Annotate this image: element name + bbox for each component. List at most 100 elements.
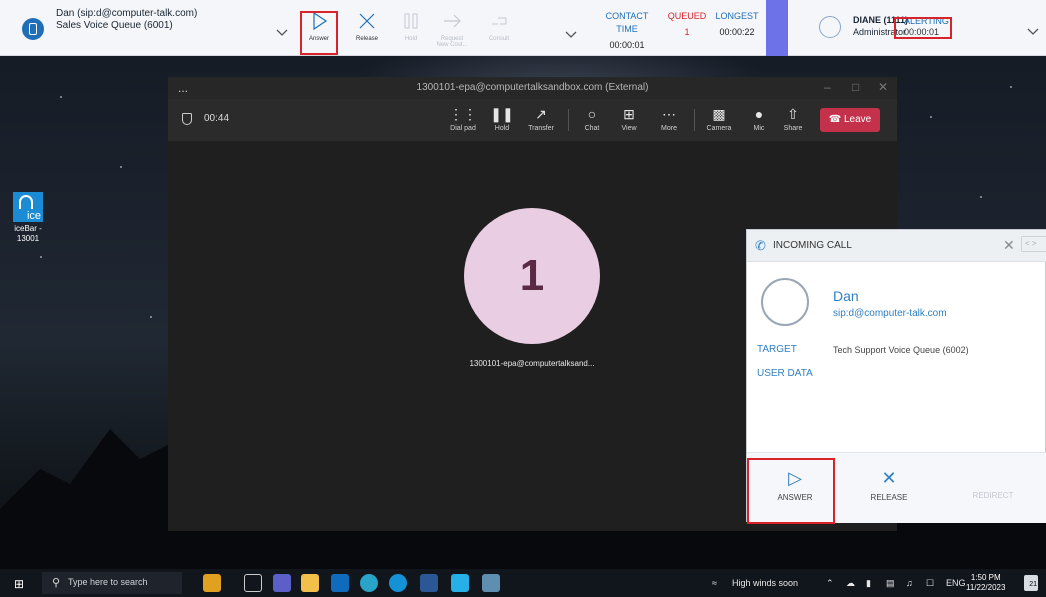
cloud-icon: ☁ — [846, 578, 855, 588]
transfer-button[interactable]: ↗ Transfer — [521, 105, 561, 132]
popup-nav-arrows[interactable]: < > — [1021, 236, 1046, 252]
phone-icon — [22, 18, 44, 40]
search-icon: ⚲ — [52, 577, 61, 589]
hold-call-label: Hold — [494, 125, 510, 132]
dial-pad-button[interactable]: ⋮⋮ Dial pad — [443, 105, 483, 132]
call-timer: 00:44 — [204, 113, 230, 124]
teams-title-bar: ... 1300101-epa@computertalksandbox.com … — [168, 77, 897, 99]
request-new-cost-button[interactable]: Request New Cost... — [434, 10, 470, 50]
close-icon[interactable]: ✕ — [878, 80, 888, 94]
close-icon — [359, 13, 375, 29]
participant-name: 1300101-epa@computertalksand... — [469, 359, 595, 368]
close-icon: ✕ — [881, 468, 897, 488]
phone-hangup-icon: ☎ — [828, 114, 842, 125]
longest-value: 00:00:22 — [719, 27, 755, 37]
pause-icon: ❚❚ — [490, 106, 514, 122]
chrome-icon[interactable] — [360, 574, 378, 592]
chat-label: Chat — [584, 125, 600, 132]
chevron-down-icon[interactable] — [1027, 28, 1039, 36]
icebar-toolbar: Dan (sip:d@computer-talk.com) Sales Voic… — [0, 0, 1046, 56]
desktop-icon-icebar[interactable]: ice iceBar - 13001 — [8, 192, 48, 244]
user-avatar-icon[interactable] — [819, 16, 841, 38]
chat-button[interactable]: ○ Chat — [572, 105, 612, 132]
outlook-icon[interactable] — [331, 574, 349, 592]
desktop-icon-label-line2: 13001 — [16, 234, 40, 243]
caller-name: Dan (sip:d@computer-talk.com) — [56, 8, 198, 19]
consult-icon — [492, 17, 507, 25]
separator — [694, 109, 695, 131]
request-label-line2: New Cost... — [436, 42, 468, 48]
close-icon[interactable]: ✕ — [1003, 237, 1015, 254]
leave-label: Leave — [844, 114, 872, 125]
popup-redirect-button[interactable]: REDIRECT — [953, 491, 1033, 500]
release-button[interactable]: Release — [349, 10, 385, 50]
clock-date: 11/22/2023 — [966, 583, 1006, 592]
share-label: Share — [783, 125, 803, 132]
minimize-icon[interactable]: – — [824, 80, 831, 94]
edge-icon[interactable] — [389, 574, 407, 592]
chevron-up-icon[interactable]: ⌃ — [826, 578, 834, 589]
more-label: More — [661, 125, 677, 132]
icebar-app-icon: ice — [13, 192, 43, 222]
call-controls-bar: 00:44 ⋮⋮ Dial pad ❚❚ Hold ↗ Transfer ○ Chat … — [168, 99, 897, 141]
contact-time-stat: CONTACT TIME 00:00:01 — [596, 10, 658, 52]
popup-redirect-label: REDIRECT — [972, 491, 1014, 500]
participant-avatar: 1 — [464, 208, 600, 344]
system-clock[interactable]: 1:50 PM 11/22/2023 — [966, 573, 1005, 593]
search-placeholder: Type here to search — [68, 577, 148, 587]
chevron-down-icon[interactable] — [276, 29, 288, 37]
camera-button[interactable]: ▩ Camera — [699, 105, 739, 132]
window-title: 1300101-epa@computertalksandbox.com (Ext… — [416, 82, 649, 93]
ime-icon: ☐ — [926, 578, 935, 588]
separator — [568, 109, 569, 131]
app-icon[interactable] — [482, 574, 500, 592]
file-explorer-icon[interactable] — [301, 574, 319, 592]
view-button[interactable]: ⊞ View — [609, 105, 649, 132]
caller-queue: Sales Voice Queue (6001) — [56, 20, 173, 31]
hold-button[interactable]: Hold — [393, 10, 429, 50]
pause-icon — [404, 13, 418, 29]
hold-call-button[interactable]: ❚❚ Hold — [482, 105, 522, 132]
caller-avatar-icon — [761, 278, 809, 326]
popup-answer-highlight — [747, 458, 835, 524]
desktop-icon-label-line1: iceBar - — [14, 224, 42, 233]
chevron-down-icon[interactable] — [565, 31, 577, 39]
hold-label: Hold — [404, 36, 418, 42]
phone-icon: ✆ — [755, 238, 766, 253]
contact-time-label: CONTACT TIME — [605, 11, 649, 34]
more-icon: ⋯ — [662, 106, 676, 122]
taskbar-search[interactable]: ⚲ Type here to search — [42, 572, 182, 594]
leave-button[interactable]: ☎ Leave — [820, 108, 880, 132]
teams-icon[interactable] — [273, 574, 291, 592]
mic-label: Mic — [753, 125, 765, 132]
word-icon[interactable] — [420, 574, 438, 592]
consult-button[interactable]: Consult — [481, 10, 517, 50]
consult-label: Consult — [488, 36, 510, 42]
more-button[interactable]: ⋯ More — [649, 105, 689, 132]
windows-start-icon[interactable]: ⊞ — [14, 577, 24, 591]
language-indicator[interactable]: ENG — [946, 578, 966, 588]
transfer-label: Transfer — [528, 125, 554, 132]
queued-value: 1 — [684, 27, 690, 37]
share-icon: ⇧ — [787, 106, 799, 122]
share-button[interactable]: ⇧ Share — [773, 105, 813, 132]
section-divider — [766, 0, 788, 56]
network-icon: ▤ — [886, 578, 895, 588]
dial-pad-label: Dial pad — [450, 125, 476, 132]
weather-text[interactable]: High winds soon — [732, 578, 798, 588]
popup-title: INCOMING CALL — [773, 240, 852, 251]
grid-icon: ⊞ — [623, 106, 635, 122]
user-data-label[interactable]: USER DATA — [757, 368, 813, 379]
task-view-icon[interactable] — [244, 574, 262, 592]
popup-release-button[interactable]: ✕ RELEASE — [849, 467, 929, 502]
current-caller-info: Dan (sip:d@computer-talk.com) Sales Voic… — [56, 8, 197, 32]
maximize-icon[interactable]: □ — [852, 80, 859, 94]
app-icon[interactable] — [203, 574, 221, 592]
dial-pad-icon: ⋮⋮ — [449, 106, 477, 122]
popup-caller-name: Dan — [833, 288, 859, 304]
notification-icon[interactable]: 21 — [1024, 575, 1038, 591]
icebar-taskbar-icon[interactable] — [451, 574, 469, 592]
volume-icon[interactable]: ♫ — [906, 578, 913, 588]
queued-stat: QUEUED 1 — [666, 10, 708, 39]
transfer-icon: ↗ — [535, 106, 547, 122]
